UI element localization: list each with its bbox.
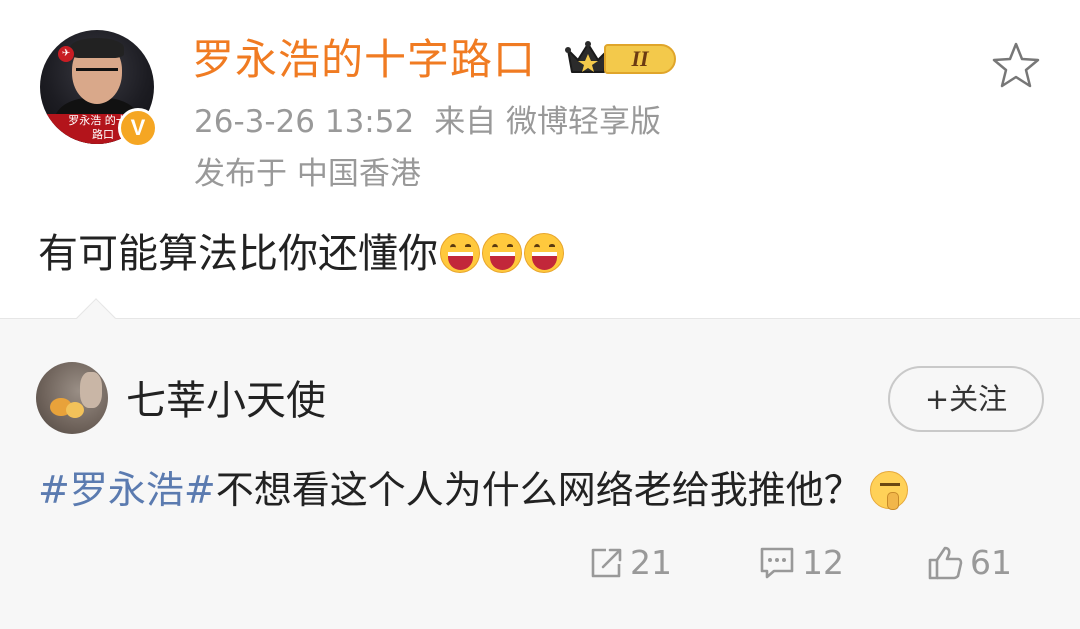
avatar-figure-glasses — [76, 68, 118, 78]
avatar-logo-icon: ✈ — [58, 46, 74, 62]
post-text: 有可能算法比你还懂你 — [38, 231, 438, 277]
repost-button[interactable]: 21 — [588, 540, 672, 586]
comment-icon — [760, 547, 794, 579]
post-text-line: 有可能算法比你还懂你 — [38, 228, 564, 280]
comment-text: 不想看这个人为什么网络老给我推他？ — [215, 468, 862, 512]
post-time: 26-3-26 13:52 — [194, 104, 415, 140]
author-name[interactable]: 罗永浩的十字路口 — [192, 34, 536, 86]
shush-emoji-icon — [869, 471, 908, 510]
thumbs-up-icon — [928, 546, 963, 580]
post-location: 发布于 中国香港 — [194, 156, 421, 192]
repost-count: 21 — [630, 543, 672, 582]
star-icon — [992, 42, 1040, 88]
verified-icon: V — [118, 108, 158, 148]
topic-link[interactable]: #罗永浩# — [38, 468, 216, 512]
laugh-emoji-icon — [482, 233, 522, 273]
member-level-badge[interactable]: II — [564, 38, 680, 80]
level-tag: II — [604, 44, 676, 74]
post-meta: 26-3-26 13:52 来自 微博轻享版 — [194, 102, 661, 142]
repost-icon — [591, 548, 622, 578]
comment-count: 12 — [802, 543, 844, 582]
like-button[interactable]: 61 — [926, 540, 1012, 586]
laugh-emoji-icon — [440, 233, 480, 273]
follow-button[interactable]: +关注 — [888, 366, 1044, 432]
commenter-name[interactable]: 七莘小天使 — [126, 376, 326, 426]
commenter-avatar[interactable] — [36, 362, 108, 434]
avatar-figure-hair — [70, 38, 124, 58]
laugh-emoji-icon — [524, 233, 564, 273]
original-post: ✈ 罗永浩 的十字路口 V 罗永浩的十字路口 II 26-3-26 13:52 来… — [0, 0, 1080, 318]
favorite-button[interactable] — [990, 40, 1042, 92]
like-count: 61 — [970, 543, 1012, 582]
comment-text-line: #罗永浩#不想看这个人为什么网络老给我推他？ — [38, 464, 908, 516]
comment-button[interactable]: 12 — [758, 540, 844, 586]
post-source[interactable]: 来自 微博轻享版 — [434, 104, 661, 140]
